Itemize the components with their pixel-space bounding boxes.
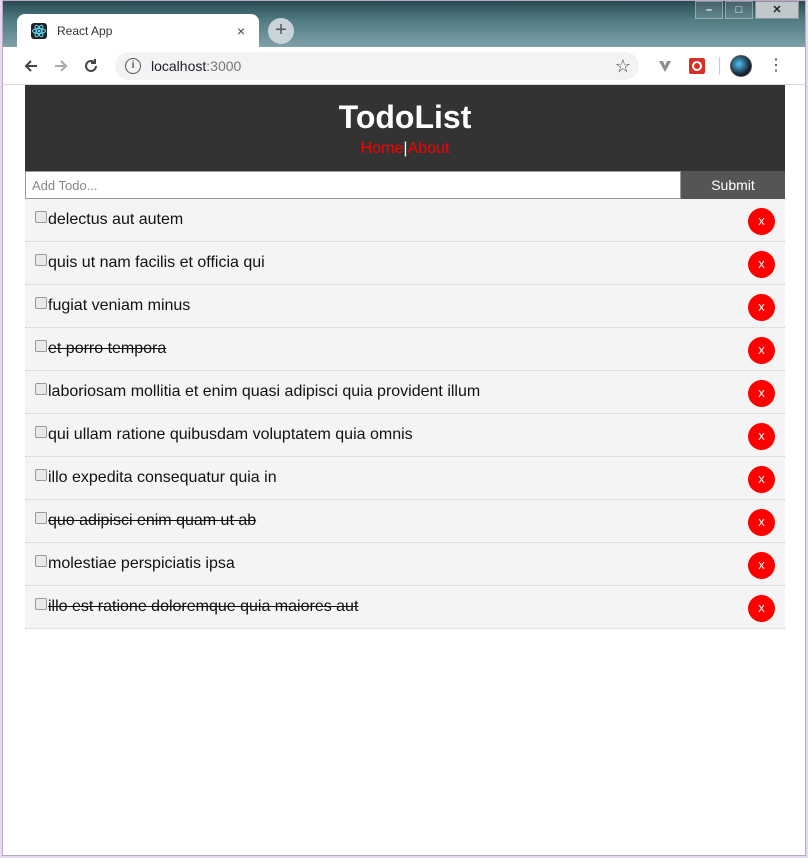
address-bar[interactable]: i localhost:3000 ☆ <box>115 51 639 80</box>
star-icon[interactable]: ☆ <box>615 56 631 77</box>
browser-toolbar: i localhost:3000 ☆ ⋮ <box>3 47 805 85</box>
info-icon[interactable]: i <box>125 57 141 74</box>
app-header: TodoList Home|About <box>25 85 785 171</box>
nav-link-about[interactable]: About <box>408 140 450 157</box>
header-nav: Home|About <box>25 140 785 158</box>
todo-item: illo expedita consequatur quia in x <box>25 457 785 500</box>
extension-red-icon[interactable] <box>685 54 709 78</box>
nav-link-home[interactable]: Home <box>361 140 404 157</box>
extension-v-icon[interactable] <box>653 54 677 78</box>
todo-list: delectus aut autem x quis ut nam facilis e… <box>25 199 785 629</box>
delete-todo-button[interactable]: x <box>748 423 775 450</box>
page-viewport: TodoList Home|About Submit delectus aut … <box>3 85 805 855</box>
todo-title: molestiae perspiciatis ipsa <box>48 555 235 572</box>
back-arrow-icon <box>24 59 37 72</box>
delete-todo-button[interactable]: x <box>748 251 775 278</box>
back-button[interactable] <box>17 52 45 80</box>
toolbar-separator <box>719 56 720 75</box>
todo-checkbox[interactable] <box>35 211 47 223</box>
reload-icon <box>85 58 97 72</box>
todo-title: fugiat veniam minus <box>48 297 191 314</box>
todo-item: fugiat veniam minus x <box>25 285 785 328</box>
todo-item: illo est ratione doloremque quia maiores… <box>25 586 785 629</box>
todo-title: illo est ratione doloremque quia maiores… <box>48 598 359 615</box>
todo-title: et porro tempora <box>48 340 167 357</box>
todo-checkbox[interactable] <box>35 598 47 610</box>
todo-checkbox[interactable] <box>35 426 47 438</box>
close-window-button[interactable]: ✕ <box>755 1 799 19</box>
delete-todo-button[interactable]: x <box>748 509 775 536</box>
todo-item: delectus aut autem x <box>25 199 785 242</box>
submit-button[interactable]: Submit <box>681 171 785 199</box>
todo-checkbox[interactable] <box>35 512 47 524</box>
todo-app: TodoList Home|About Submit delectus aut … <box>25 85 785 629</box>
todo-checkbox[interactable] <box>35 469 47 481</box>
delete-todo-button[interactable]: x <box>748 466 775 493</box>
delete-todo-button[interactable]: x <box>748 552 775 579</box>
new-tab-button[interactable]: + <box>268 18 294 44</box>
todo-item: laboriosam mollitia et enim quasi adipis… <box>25 371 785 414</box>
profile-avatar-icon[interactable] <box>730 54 752 77</box>
todo-item: qui ullam ratione quibusdam voluptatem q… <box>25 414 785 457</box>
react-logo-icon <box>31 22 47 39</box>
delete-todo-button[interactable]: x <box>748 294 775 321</box>
maximize-button[interactable]: □ <box>725 1 753 19</box>
minimize-button[interactable]: – <box>695 1 723 19</box>
todo-title: quo adipisci enim quam ut ab <box>48 512 257 529</box>
todo-item: quo adipisci enim quam ut ab x <box>25 500 785 543</box>
delete-todo-button[interactable]: x <box>748 208 775 235</box>
tab-close-icon[interactable]: × <box>231 21 251 41</box>
delete-todo-button[interactable]: x <box>748 337 775 364</box>
todo-checkbox[interactable] <box>35 340 47 352</box>
browser-titlebar: React App × + – □ ✕ <box>3 1 805 47</box>
todo-checkbox[interactable] <box>35 383 47 395</box>
window-controls: – □ ✕ <box>693 1 799 19</box>
forward-arrow-icon <box>55 59 68 72</box>
delete-todo-button[interactable]: x <box>748 595 775 622</box>
delete-todo-button[interactable]: x <box>748 380 775 407</box>
todo-title: illo expedita consequatur quia in <box>48 469 277 486</box>
menu-dots-icon[interactable]: ⋮ <box>768 57 784 74</box>
page-title: TodoList <box>338 99 472 135</box>
add-todo-input[interactable] <box>25 171 681 199</box>
todo-item: molestiae perspiciatis ipsa x <box>25 543 785 586</box>
forward-button[interactable] <box>47 52 75 80</box>
todo-item: quis ut nam facilis et officia qui x <box>25 242 785 285</box>
todo-title: delectus aut autem <box>48 211 184 228</box>
todo-checkbox[interactable] <box>35 297 47 309</box>
tab-title: React App <box>57 23 113 38</box>
todo-checkbox[interactable] <box>35 555 47 567</box>
todo-title: quis ut nam facilis et officia qui <box>48 254 265 271</box>
browser-tab[interactable]: React App × <box>17 14 259 47</box>
add-todo-form: Submit <box>25 171 785 199</box>
todo-item: et porro tempora x <box>25 328 785 371</box>
todo-title: qui ullam ratione quibusdam voluptatem q… <box>48 426 413 443</box>
browser-window: React App × + – □ ✕ i localhost:3000 ☆ ⋮… <box>2 0 806 856</box>
reload-button[interactable] <box>77 52 105 80</box>
todo-checkbox[interactable] <box>35 254 47 266</box>
url-text: localhost:3000 <box>151 57 242 74</box>
todo-title: laboriosam mollitia et enim quasi adipis… <box>48 383 481 400</box>
